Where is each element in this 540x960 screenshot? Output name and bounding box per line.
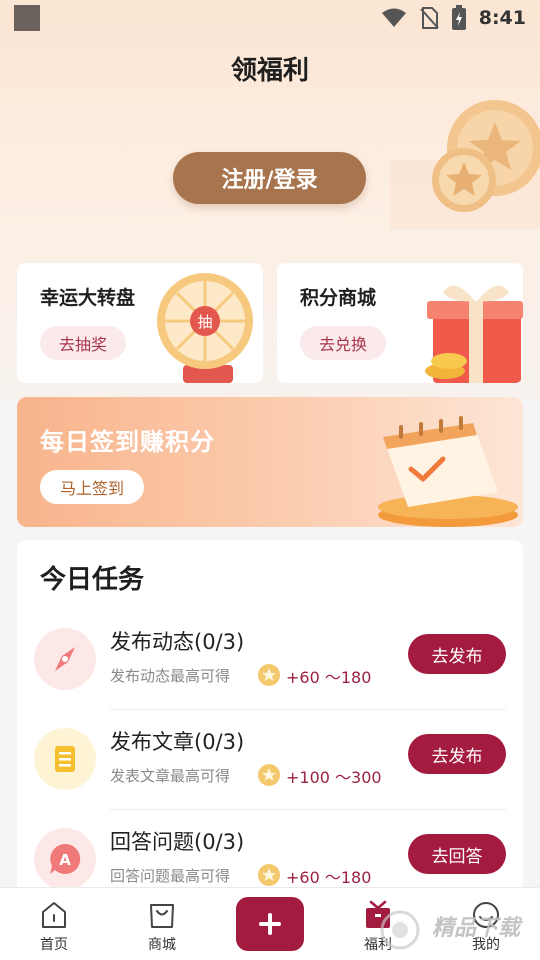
task-row: 发布动态(0/3) 发布动态最高可得 +60 ～180 去发布 [17, 610, 523, 710]
answer-question-button[interactable]: 去回答 [408, 834, 506, 874]
lucky-wheel-title: 幸运大转盘 [40, 287, 136, 309]
home-icon [42, 902, 66, 928]
no-sim-icon [419, 7, 439, 29]
publish-post-button[interactable]: 去发布 [408, 634, 506, 674]
task-name: 发布文章(0/3) [110, 730, 245, 754]
tab-home-label: 首页 [40, 937, 68, 953]
draw-button[interactable]: 去抽奖 [40, 326, 126, 360]
gift-box-icon [425, 285, 523, 383]
publish-article-button[interactable]: 去发布 [408, 734, 506, 774]
points-mall-title: 积分商城 [300, 287, 377, 309]
calendar-check-icon [378, 416, 518, 527]
wifi-icon [381, 8, 406, 27]
task-name: 回答问题(0/3) [110, 830, 245, 854]
login-register-button[interactable]: 注册/登录 [173, 152, 366, 204]
task-reward: +60 ～180 [286, 868, 372, 887]
compass-icon [34, 628, 96, 690]
lucky-wheel-card[interactable]: 幸运大转盘 去抽奖 抽 [17, 263, 263, 383]
signin-button[interactable]: 马上签到 [40, 470, 144, 504]
task-description: 发布动态最高可得 [110, 667, 231, 685]
task-description: 发表文章最高可得 [110, 767, 231, 785]
watermark-text: 精品下载 [432, 916, 521, 941]
points-star-icon [258, 764, 280, 786]
task-row: 发布文章(0/3) 发表文章最高可得 +100 ～300 去发布 [17, 710, 523, 810]
task-reward: +60 ～180 [286, 668, 372, 687]
signin-title: 每日签到赚积分 [40, 428, 215, 456]
shopping-bag-icon [150, 904, 174, 928]
points-star-icon [258, 664, 280, 686]
battery-charging-icon [451, 5, 466, 30]
tasks-title: 今日任务 [40, 565, 145, 595]
points-mall-card[interactable]: 积分商城 去兑换 [277, 263, 523, 383]
redeem-button[interactable]: 去兑换 [300, 326, 386, 360]
page-title: 领福利 [230, 56, 309, 86]
notification-icon [14, 5, 40, 31]
tab-mall-label: 商城 [148, 937, 176, 953]
daily-signin-banner[interactable]: 每日签到赚积分 马上签到 [17, 397, 523, 527]
prize-wheel-icon: 抽 [157, 273, 253, 383]
article-icon [34, 728, 96, 790]
create-post-button[interactable] [236, 897, 304, 951]
status-time: 8:41 [478, 7, 526, 29]
daily-tasks-card: 今日任务 发布动态(0/3) 发布动态最高可得 +60 ～180 去发布 发布文… [17, 540, 523, 920]
task-description: 回答问题最高可得 [110, 867, 231, 885]
coins-illustration [390, 100, 540, 230]
tab-home[interactable]: 首页 [0, 888, 108, 960]
task-reward: +100 ～300 [286, 768, 382, 787]
points-star-icon [258, 864, 280, 886]
plus-icon [259, 913, 281, 935]
wheel-center-label: 抽 [197, 313, 212, 331]
tab-mall[interactable]: 商城 [108, 888, 216, 960]
answer-icon: A [34, 828, 96, 890]
status-bar: 8:41 [0, 0, 540, 36]
task-name: 发布动态(0/3) [110, 630, 245, 654]
svg-text:A: A [59, 851, 71, 869]
